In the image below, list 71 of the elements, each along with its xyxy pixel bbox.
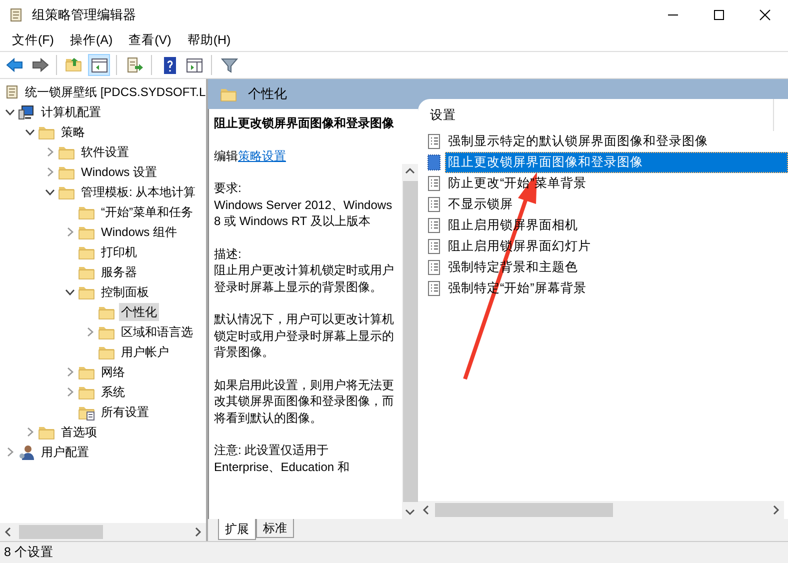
collapse-chevron-icon[interactable]: [45, 187, 55, 197]
tree-item[interactable]: 管理模板: 从本地计算: [79, 183, 198, 201]
policy-document-icon: [426, 280, 442, 297]
tab[interactable]: 标准: [256, 519, 294, 538]
tree-item[interactable]: Windows 组件: [99, 223, 180, 241]
status-text: 8 个设置: [4, 544, 54, 562]
description-title: 阻止更改锁屏界面图像和登录图像: [214, 115, 395, 132]
policy-document-icon: [426, 175, 442, 192]
menu-item[interactable]: 帮助(H): [179, 31, 239, 50]
expand-chevron-icon[interactable]: [65, 367, 75, 377]
scrollbar-thumb[interactable]: [402, 181, 418, 502]
collapse-chevron-icon[interactable]: [65, 287, 75, 297]
edit-label: 编辑: [214, 148, 238, 162]
menu-item[interactable]: 文件(F): [4, 31, 62, 50]
tree-item[interactable]: 计算机配置: [39, 103, 103, 121]
description-text: 描述:: [214, 246, 242, 262]
scroll-icon: [4, 84, 20, 100]
expand-chevron-icon[interactable]: [25, 427, 35, 437]
setting-item[interactable]: 阻止更改锁屏界面图像和登录图像: [445, 152, 788, 173]
header-title: 个性化: [248, 85, 287, 104]
tab[interactable]: 扩展: [218, 519, 256, 540]
description-text: 阻止用户更改计算机锁定时或用户登录时屏幕上显示的背景图像。: [214, 262, 395, 295]
user-icon: [18, 444, 36, 460]
menu-item[interactable]: 操作(A): [62, 31, 121, 50]
description-text: Enterprise、Education 和: [214, 458, 350, 475]
tree-item[interactable]: 用户配置: [39, 443, 91, 461]
policy-document-icon: [426, 217, 442, 234]
computer-icon: [18, 104, 36, 120]
tree-item[interactable]: Windows 设置: [79, 163, 160, 181]
scrollbar-thumb[interactable]: [19, 525, 103, 539]
tree-item[interactable]: 系统: [99, 383, 127, 401]
tree-item[interactable]: 统一锁屏壁纸 [PDCS.SYDSOFT.L: [23, 83, 206, 101]
tree-item[interactable]: 区域和语言选: [119, 323, 195, 341]
tree-item[interactable]: 个性化: [119, 303, 159, 321]
column-header[interactable]: 设置: [418, 99, 774, 131]
expand-chevron-icon[interactable]: [45, 147, 55, 157]
collapse-chevron-icon[interactable]: [5, 107, 15, 117]
menu-item[interactable]: 查看(V): [120, 31, 180, 50]
tree-item[interactable]: 所有设置: [99, 403, 151, 421]
policy-document-icon: [426, 133, 442, 150]
description-text: 注意: 此设置仅适用于: [214, 442, 330, 458]
setting-item[interactable]: 不显示锁屏: [445, 194, 788, 215]
expand-chevron-icon[interactable]: [85, 327, 95, 337]
description-text: Windows Server 2012、Windows 8 或 Windows RT 及以上版本: [214, 196, 394, 230]
window-pane-icon[interactable]: [88, 54, 110, 76]
policy-document-icon: [426, 154, 442, 171]
scrollbar-thumb[interactable]: [435, 503, 613, 517]
tree-item[interactable]: 策略: [59, 123, 87, 141]
tree-item[interactable]: 用户帐户: [119, 343, 171, 361]
expand-chevron-icon[interactable]: [65, 387, 75, 397]
description-text: 要求:: [214, 180, 242, 196]
window-title: 组策略管理编辑器: [32, 6, 136, 24]
tree-item[interactable]: 打印机: [99, 243, 139, 261]
policy-document-icon: [426, 238, 442, 255]
setting-item[interactable]: 强制显示特定的默认锁屏界面图像和登录图像: [445, 131, 788, 152]
tree-item[interactable]: 控制面板: [99, 283, 151, 301]
tree-item[interactable]: “开始”菜单和任务: [99, 203, 195, 221]
description-text: 默认情况下，用户可以更改计算机锁定时或用户登录时屏幕上显示的背景图像。: [214, 311, 395, 360]
expand-chevron-icon[interactable]: [45, 167, 55, 177]
expand-chevron-icon[interactable]: [5, 447, 15, 457]
policy-settings-link[interactable]: 策略设置: [238, 148, 286, 162]
tree-item[interactable]: 首选项: [59, 423, 99, 441]
collapse-chevron-icon[interactable]: [25, 127, 35, 137]
expand-chevron-icon[interactable]: [65, 227, 75, 237]
description-text: 如果启用此设置，则用户将无法更改其锁屏界面图像和登录图像，而将看到默认的图像。: [214, 376, 395, 426]
policy-document-icon: [426, 196, 442, 213]
tree-item[interactable]: 服务器: [99, 263, 139, 281]
tree-item[interactable]: 软件设置: [79, 143, 131, 161]
policy-document-icon: [426, 259, 442, 276]
app-icon: [8, 7, 24, 23]
tree-item[interactable]: 网络: [99, 363, 127, 381]
